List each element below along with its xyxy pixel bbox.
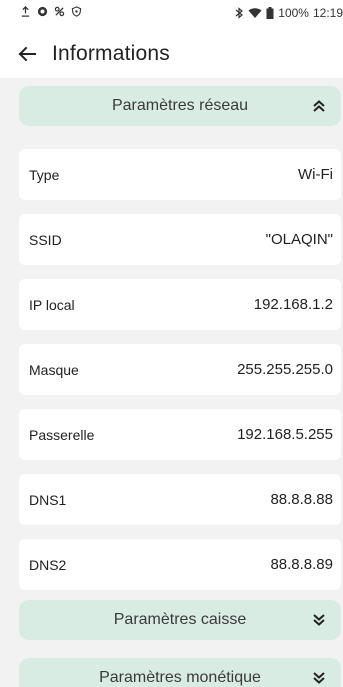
content-area: Paramètres réseau Type Wi-Fi SSID "OLAQI… — [0, 78, 343, 687]
section-network-label: Paramètres réseau — [111, 97, 249, 114]
info-key: SSID — [29, 231, 62, 248]
phone-screen: 100% 12:19 Informations Paramètres résea… — [0, 0, 343, 687]
info-row-masque: Masque 255.255.255.0 — [19, 344, 341, 395]
wifi-icon — [248, 8, 262, 18]
info-key: DNS1 — [29, 491, 67, 508]
status-icons-right: 100% 12:19 — [234, 6, 343, 20]
status-bar: 100% 12:19 — [0, 0, 343, 30]
arrow-left-icon — [18, 46, 36, 62]
battery-icon — [266, 7, 274, 19]
section-caisse-label: Paramètres caisse — [113, 611, 247, 628]
info-value: "OLAQIN" — [265, 231, 333, 248]
section-monetique-label: Paramètres monétique — [99, 669, 261, 686]
info-row-type: Type Wi-Fi — [19, 149, 341, 200]
chevron-double-up-icon — [313, 100, 325, 112]
info-value: 192.168.1.2 — [253, 296, 333, 313]
info-key: IP local — [29, 296, 75, 313]
status-icons-left — [20, 6, 82, 17]
back-button[interactable] — [14, 41, 40, 67]
chevron-double-down-icon — [313, 672, 325, 684]
info-value: Wi-Fi — [298, 166, 333, 183]
info-value: 255.255.255.0 — [237, 361, 333, 378]
battery-level: 100% — [278, 6, 309, 20]
info-row-passerelle: Passerelle 192.168.5.255 — [19, 409, 341, 460]
section-monetique-header[interactable]: Paramètres monétique — [19, 658, 341, 687]
info-value: 88.8.8.88 — [270, 491, 333, 508]
info-value: 192.168.5.255 — [237, 426, 333, 443]
chevron-double-down-icon — [313, 614, 325, 626]
info-key: Masque — [29, 361, 79, 378]
page-title: Informations — [52, 42, 170, 65]
info-row-ssid: SSID "OLAQIN" — [19, 214, 341, 265]
info-row-dns1: DNS1 88.8.8.88 — [19, 474, 341, 525]
info-row-ip-local: IP local 192.168.1.2 — [19, 279, 341, 330]
app-bar: Informations — [0, 30, 343, 78]
section-network-header[interactable]: Paramètres réseau — [19, 86, 341, 126]
info-key: DNS2 — [29, 556, 67, 573]
info-key: Passerelle — [29, 426, 95, 443]
info-value: 88.8.8.89 — [270, 556, 333, 573]
sync-icon — [37, 6, 48, 17]
section-caisse-header[interactable]: Paramètres caisse — [19, 600, 341, 640]
upload-icon — [21, 6, 30, 17]
link-icon — [54, 6, 65, 17]
shield-icon — [71, 6, 82, 17]
info-key: Type — [29, 166, 60, 183]
clock: 12:19 — [312, 6, 343, 20]
info-row-dns2: DNS2 88.8.8.89 — [19, 539, 341, 590]
bluetooth-icon — [235, 7, 244, 19]
